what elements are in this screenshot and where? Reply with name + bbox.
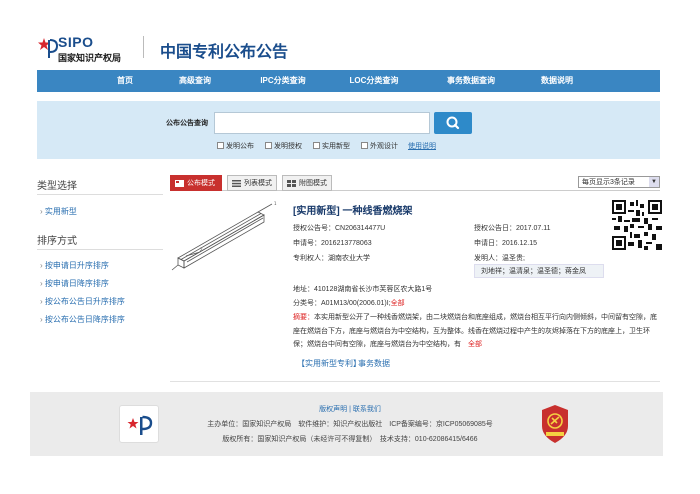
abstract: 摘要：本实用新型公开了一种线香燃烧架，由二块燃烧台和底座组成，燃烧台相互平行向内… <box>293 311 663 352</box>
chevron-down-icon: ▼ <box>649 177 659 187</box>
list-icon <box>232 180 241 187</box>
check-invention-publication[interactable]: 发明公布 <box>217 141 254 151</box>
tab-label: 列表模式 <box>244 180 272 187</box>
nav-loc-search[interactable]: LOC分类查询 <box>341 70 407 92</box>
sort-app-date-asc[interactable]: 按申请日升序排序 <box>40 260 109 271</box>
grid-icon <box>287 180 296 187</box>
classification-value: 分类号：A01M13/00(2006.01)I; <box>293 300 391 307</box>
check-invention-grant[interactable]: 发明授权 <box>265 141 302 151</box>
check-label: 发明授权 <box>274 143 302 150</box>
tab-list-mode[interactable]: 列表模式 <box>227 175 277 191</box>
search-input[interactable] <box>214 112 430 134</box>
check-design[interactable]: 外观设计 <box>361 141 398 151</box>
sort-heading: 排序方式 <box>37 236 77 247</box>
classification: 分类号：A01M13/00(2006.01)I;全部 <box>293 298 405 308</box>
result-title[interactable]: [实用新型] 一种线香燃烧架 <box>293 202 412 217</box>
inventor-list: 刘地祥；温清泉；温圣德；蒋金凤 <box>474 264 604 278</box>
content-divider <box>170 381 660 382</box>
check-label: 外观设计 <box>370 143 398 150</box>
svg-text:2: 2 <box>200 247 203 252</box>
pub-date: 授权公告日：2017.07.11 <box>474 225 551 232</box>
logo-divider <box>143 36 144 58</box>
application-number: 申请号：2016213778063 <box>293 240 372 247</box>
patent-drawing-thumbnail[interactable]: 1 2 <box>170 198 280 272</box>
search-label: 公布公告查询 <box>166 120 208 127</box>
per-page-value: 每页显示3条记录 <box>582 179 635 186</box>
tab-label: 公布模式 <box>187 180 215 187</box>
usage-help-link[interactable]: 使用说明 <box>408 141 436 151</box>
abstract-label: 摘要： <box>293 314 314 321</box>
checkbox-icon <box>313 142 320 149</box>
per-page-select[interactable]: 每页显示3条记录 ▼ <box>578 176 660 188</box>
utility-model-link[interactable]: 【实用新型专利】 <box>297 358 361 369</box>
address: 地址：410128湖南省长沙市芙蓉区农大路1号 <box>293 286 433 293</box>
classification-all-link[interactable]: 全部 <box>391 300 405 307</box>
footer-copyright: 版权所有：国家知识产权局（未经许可不得复制） 技术支持：010-62086415… <box>222 436 478 443</box>
tab-label: 附图模式 <box>299 180 327 187</box>
sipo-logo[interactable]: SIPO 国家知识产权局 <box>38 34 148 64</box>
check-utility-model[interactable]: 实用新型 <box>313 141 350 151</box>
checkbox-icon <box>265 142 272 149</box>
party-badge-icon[interactable] <box>540 404 570 444</box>
checkbox-icon <box>361 142 368 149</box>
logo-cn-text: 国家知识产权局 <box>58 53 122 63</box>
nav-transaction-search[interactable]: 事务数据查询 <box>433 70 509 92</box>
nav-ipc-search[interactable]: IPC分类查询 <box>250 70 316 92</box>
top-header: SIPO 国家知识产权局 中国专利公布公告 <box>0 0 700 70</box>
check-label: 发明公布 <box>226 143 254 150</box>
tab-publication-mode[interactable]: 公布模式 <box>170 175 222 191</box>
check-label: 实用新型 <box>322 143 350 150</box>
tab-drawing-mode[interactable]: 附图模式 <box>282 175 332 191</box>
sort-pub-date-desc[interactable]: 按公布公告日降序排序 <box>40 314 125 325</box>
inventor: 发明人：温圣贵; <box>474 255 525 262</box>
pub-number: 授权公告号：CN206314477U <box>293 225 386 232</box>
logo-star-icon <box>38 38 58 58</box>
sort-pub-date-asc[interactable]: 按公布公告日升序排序 <box>40 296 125 307</box>
sidebar-item-utility-model[interactable]: 实用新型 <box>40 206 77 217</box>
transaction-data-link[interactable]: 事务数据 <box>358 358 390 369</box>
footer-links[interactable]: 版权声明 | 联系我们 <box>0 404 700 414</box>
logo-sipo-text: SIPO <box>58 34 94 50</box>
sort-app-date-desc[interactable]: 按申请日降序排序 <box>40 278 109 289</box>
qr-code-icon <box>612 200 662 250</box>
checkbox-icon <box>217 142 224 149</box>
abstract-all-link[interactable]: 全部 <box>468 341 482 348</box>
sidebar-divider <box>37 194 163 195</box>
type-select-heading: 类型选择 <box>37 181 77 192</box>
site-title: 中国专利公布公告 <box>160 44 289 61</box>
application-date: 申请日：2016.12.15 <box>474 240 538 247</box>
patent-owner: 专利权人：湖南农业大学 <box>293 255 370 262</box>
sidebar-divider <box>37 249 163 250</box>
search-icon <box>446 116 460 130</box>
nav-advanced-search[interactable]: 高级查询 <box>167 70 223 92</box>
flag-icon <box>175 180 184 187</box>
footer-sponsor: 主办单位：国家知识产权局 软件维护：知识产权出版社 ICP备案编号：京ICP05… <box>207 421 493 428</box>
search-button[interactable] <box>434 112 472 134</box>
nav-data-description[interactable]: 数据说明 <box>529 70 585 92</box>
main-nav: 首页 高级查询 IPC分类查询 LOC分类查询 事务数据查询 数据说明 <box>37 70 660 92</box>
svg-text:1: 1 <box>274 201 277 206</box>
nav-home[interactable]: 首页 <box>107 70 143 92</box>
